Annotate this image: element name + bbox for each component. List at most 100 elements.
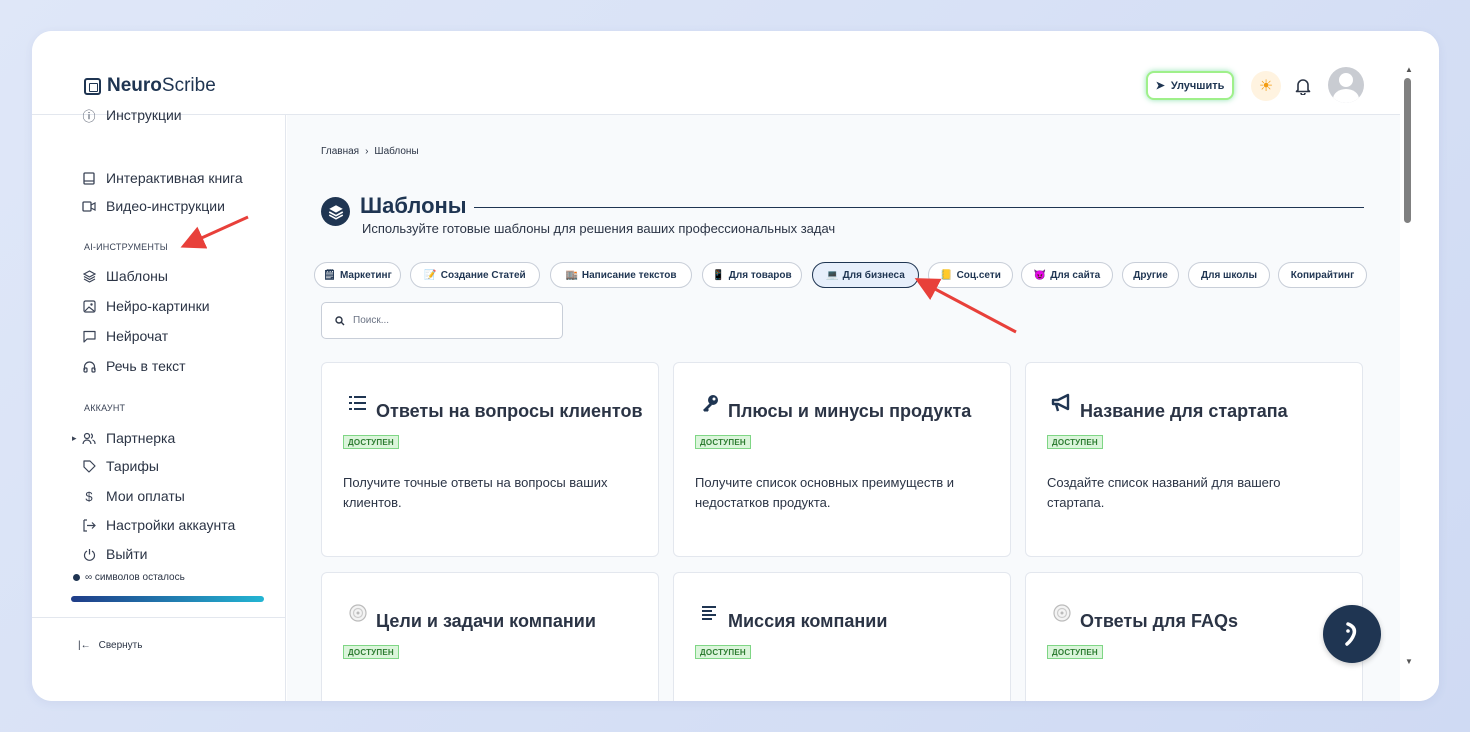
page-subtitle: Используйте готовые шаблоны для решения … bbox=[362, 221, 836, 236]
chip-social[interactable]: 📒 Соц.сети bbox=[928, 262, 1013, 288]
sidebar-item-logout[interactable]: Выйти bbox=[82, 546, 147, 562]
logo-light: Scribe bbox=[161, 75, 216, 96]
chip-label: Маркетинг bbox=[339, 269, 392, 281]
chip-school[interactable]: Для школы bbox=[1188, 262, 1270, 288]
app-window: NeuroScribe ➤ Улучшить ☀ ⓘ Инструкции Ин… bbox=[32, 31, 1439, 701]
dollar-icon: $ bbox=[85, 488, 93, 504]
chip-marketing[interactable]: 🗒 Маркетинг bbox=[314, 262, 401, 288]
sidebar-item-video-instructions[interactable]: Видео-инструкции bbox=[82, 198, 225, 214]
chip-label: Для бизнеса bbox=[842, 269, 905, 281]
template-card[interactable]: Миссия компании ДОСТУПЕН bbox=[673, 572, 1011, 701]
collapse-icon: |← bbox=[78, 640, 91, 651]
video-icon bbox=[82, 199, 96, 213]
sidebar-item-interactive-book[interactable]: Интерактивная книга bbox=[82, 170, 243, 186]
rocket-icon: ➤ bbox=[1155, 80, 1165, 92]
section-account: АККАУНТ bbox=[84, 403, 126, 413]
target-icon bbox=[346, 601, 370, 625]
chip-label: Соц.сети bbox=[956, 269, 1001, 281]
card-title: Ответы для FAQs bbox=[1080, 611, 1238, 631]
sidebar-item-label: Мои оплаты bbox=[106, 488, 185, 504]
theme-toggle-sun-icon[interactable]: ☀ bbox=[1251, 71, 1281, 101]
chevron-right-icon[interactable]: ▸ bbox=[72, 433, 77, 444]
chip-business[interactable]: 💻 Для бизнеса bbox=[812, 262, 919, 288]
status-badge: ДОСТУПЕН bbox=[695, 435, 751, 449]
card-description: Получите список основных преимуществ и н… bbox=[695, 475, 955, 510]
chip-emoji: 🗒 bbox=[323, 269, 336, 281]
chip-emoji: 📒 bbox=[940, 269, 953, 281]
chip-website[interactable]: 😈 Для сайта bbox=[1021, 262, 1113, 288]
sidebar-item-label: Интерактивная книга bbox=[106, 170, 243, 186]
collapse-button[interactable]: |← Свернуть bbox=[78, 640, 142, 651]
chip-other[interactable]: Другие bbox=[1122, 262, 1179, 288]
chip-label: Другие bbox=[1133, 269, 1168, 281]
chip-writing[interactable]: 🏬 Написание текстов bbox=[550, 262, 692, 288]
scroll-thumb[interactable] bbox=[1404, 78, 1411, 223]
chip-label: Копирайтинг bbox=[1290, 269, 1355, 281]
sidebar-item-instructions[interactable]: ⓘ Инструкции bbox=[82, 107, 182, 124]
breadcrumb-home[interactable]: Главная bbox=[321, 146, 359, 157]
sidebar-item-label: Партнерка bbox=[106, 430, 176, 446]
template-card[interactable]: Цели и задачи компании ДОСТУПЕН bbox=[321, 572, 659, 701]
chip-emoji: 💻 bbox=[826, 269, 839, 281]
breadcrumb-current: Шаблоны bbox=[374, 146, 419, 157]
chip-copywriting[interactable]: Копирайтинг bbox=[1278, 262, 1367, 288]
chip-label: Создание Статей bbox=[440, 269, 526, 281]
main-content: Главная › Шаблоны Шаблоны Используйте го… bbox=[287, 115, 1400, 701]
status-badge: ДОСТУПЕН bbox=[695, 645, 751, 659]
text-align-icon bbox=[698, 601, 722, 625]
top-bar: NeuroScribe ➤ Улучшить ☀ bbox=[32, 31, 1400, 115]
scroll-up-arrow-icon[interactable]: ▲ bbox=[1405, 65, 1413, 74]
template-card[interactable]: Ответы для FAQs ДОСТУПЕН bbox=[1025, 572, 1363, 701]
headphones-icon bbox=[82, 359, 96, 373]
chip-articles[interactable]: 📝 Создание Статей bbox=[410, 262, 540, 288]
chip-products[interactable]: 📱 Для товаров bbox=[702, 262, 802, 288]
sidebar-item-label: Инструкции bbox=[106, 107, 182, 123]
book-icon bbox=[82, 171, 96, 185]
card-title: Миссия компании bbox=[728, 611, 888, 631]
layers-icon bbox=[82, 269, 96, 283]
search-placeholder: Поиск... bbox=[353, 315, 390, 326]
sidebar-item-label: Настройки аккаунта bbox=[106, 517, 236, 533]
card-title: Цели и задачи компании bbox=[376, 611, 596, 631]
sidebar-item-account-settings[interactable]: Настройки аккаунта bbox=[82, 517, 235, 533]
avatar[interactable] bbox=[1328, 67, 1364, 103]
chat-assistant-button[interactable] bbox=[1323, 605, 1381, 663]
chip-emoji: 😈 bbox=[1033, 269, 1047, 281]
sidebar-item-tariffs[interactable]: Тарифы bbox=[82, 458, 159, 474]
symbols-progress-bar bbox=[71, 596, 264, 602]
key-icon bbox=[698, 391, 722, 415]
bell-icon[interactable] bbox=[1292, 75, 1314, 97]
template-card[interactable]: Название для стартапа ДОСТУПЕН Создайте … bbox=[1025, 362, 1363, 557]
sidebar-item-speech-to-text[interactable]: Речь в текст bbox=[82, 358, 186, 374]
status-badge: ДОСТУПЕН bbox=[1047, 435, 1103, 449]
sidebar-item-templates[interactable]: Шаблоны bbox=[82, 268, 168, 284]
search-input[interactable]: Поиск... bbox=[321, 302, 563, 339]
sidebar-item-neuro-images[interactable]: Нейро-картинки bbox=[82, 298, 210, 314]
status-badge: ДОСТУПЕН bbox=[1047, 645, 1103, 659]
sidebar-item-label: Видео-инструкции bbox=[106, 198, 225, 214]
sidebar-item-label: Речь в текст bbox=[106, 358, 186, 374]
logo-icon bbox=[84, 77, 101, 95]
upgrade-button[interactable]: ➤ Улучшить bbox=[1146, 71, 1234, 100]
target-icon bbox=[1050, 601, 1074, 625]
sidebar: ⓘ Инструкции Интерактивная книга Видео-и… bbox=[32, 107, 286, 701]
status-dot bbox=[73, 574, 80, 581]
sidebar-item-partners[interactable]: Партнерка bbox=[82, 430, 175, 446]
logo-bold: Neuro bbox=[107, 75, 162, 96]
sidebar-item-my-payments[interactable]: $ Мои оплаты bbox=[82, 488, 185, 504]
title-divider bbox=[474, 207, 1364, 208]
chip-emoji: 📱 bbox=[712, 269, 725, 281]
breadcrumb-separator: › bbox=[365, 146, 369, 157]
template-card[interactable]: Ответы на вопросы клиентов ДОСТУПЕН Полу… bbox=[321, 362, 659, 557]
search-icon bbox=[335, 315, 345, 325]
breadcrumb: Главная › Шаблоны bbox=[321, 146, 419, 157]
collapse-label: Свернуть bbox=[98, 640, 143, 651]
scroll-down-arrow-icon[interactable]: ▼ bbox=[1405, 657, 1413, 666]
card-description: Создайте список названий для вашего стар… bbox=[1047, 475, 1281, 510]
chip-label: Написание текстов bbox=[581, 269, 677, 281]
logo[interactable]: NeuroScribe bbox=[84, 75, 216, 97]
sidebar-item-neurochat[interactable]: Нейрочат bbox=[82, 328, 168, 344]
template-card[interactable]: Плюсы и минусы продукта ДОСТУПЕН Получит… bbox=[673, 362, 1011, 557]
card-title: Ответы на вопросы клиентов bbox=[376, 401, 643, 421]
chip-label: Для школы bbox=[1200, 269, 1258, 281]
